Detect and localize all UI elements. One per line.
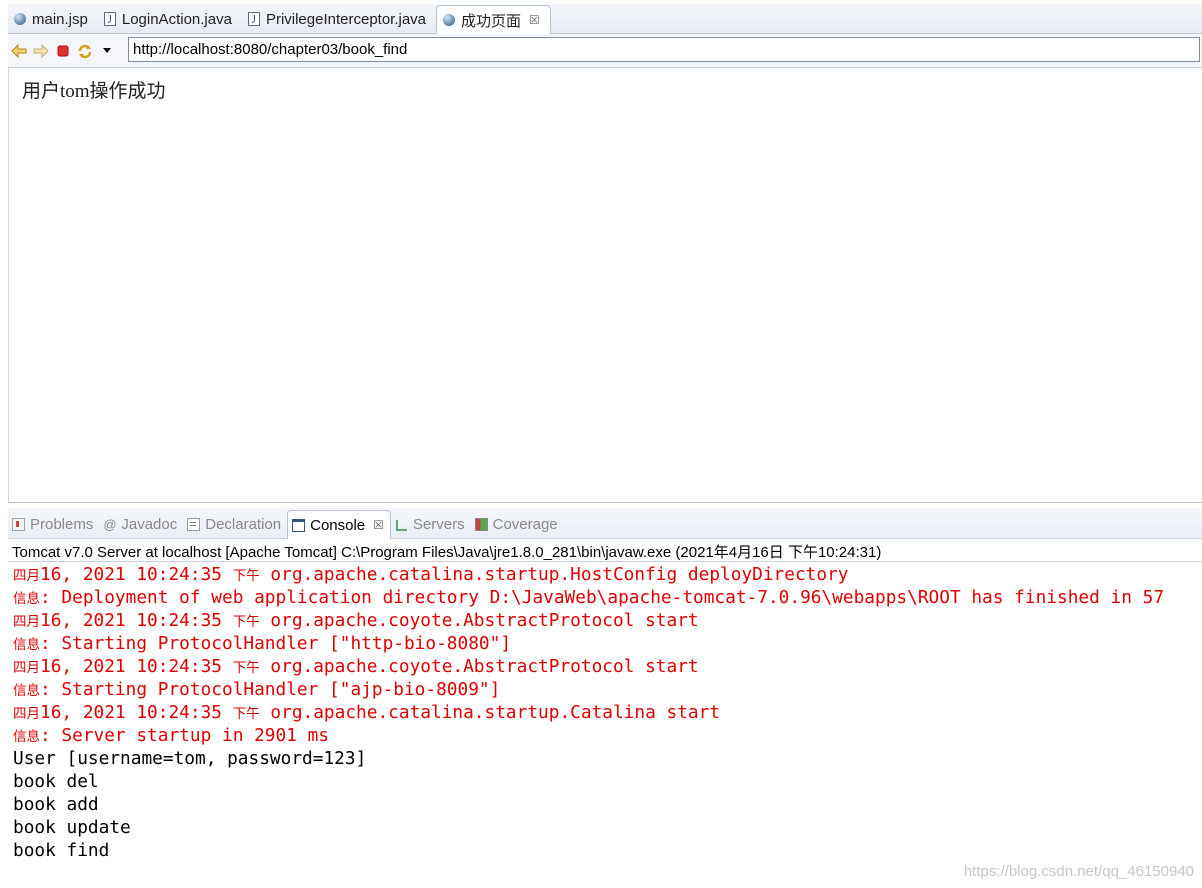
coverage-icon [474,517,488,531]
servers-icon [395,518,408,531]
tab-servers[interactable]: Servers [391,510,471,538]
close-icon[interactable]: ☒ [373,518,384,532]
tab-label: Servers [412,515,465,533]
stop-icon [57,45,69,56]
tab-problems[interactable]: Problems [8,510,99,538]
problems-icon [12,517,25,531]
console-line: 四月16, 2021 10:24:35 下午 org.apache.catali… [13,701,1202,724]
console-line-label: 四月 [13,614,40,630]
browser-toolbar: http://localhost:8080/chapter03/book_fin… [8,34,1202,68]
console-line-label: 四月 [13,568,40,584]
back-button[interactable] [8,40,30,62]
console-line-label: 信息 [13,591,40,607]
tab-label: Console [310,516,366,534]
console-line-text: org.apache.catalina.startup.Catalina sta… [259,702,721,723]
tab-label: main.jsp [32,10,88,28]
tab-label: Coverage [492,515,558,533]
console-line-text: book update [13,817,131,838]
console-line-text: org.apache.coyote.AbstractProtocol start [259,656,699,677]
console-line-label: 四月 [13,660,40,676]
globe-icon [443,14,456,26]
console-line-label: 下午 [232,660,260,676]
console-line: book find [13,839,1202,862]
tab-coverage[interactable]: Coverage [471,510,564,538]
forward-button[interactable] [30,40,52,62]
console-line: 四月16, 2021 10:24:35 下午 org.apache.catali… [13,563,1202,586]
console-line-text: : Starting ProtocolHandler ["http-bio-80… [40,633,512,654]
back-arrow-icon [11,43,27,58]
java-file-icon [103,12,116,26]
tab-label: LoginAction.java [121,10,232,28]
watermark: https://blog.csdn.net/qq_46150940 [963,863,1194,880]
console-line-text: book del [13,771,99,792]
tab-label: Javadoc [121,515,178,533]
history-dropdown-button[interactable] [96,40,118,62]
views-tab-bar: Problems @ Javadoc Declaration Console ☒… [8,508,1202,539]
tab-privilege-interceptor[interactable]: PrivilegeInterceptor.java [242,5,436,33]
console-line-label: 下午 [232,706,260,722]
console-icon [292,518,306,532]
url-input[interactable]: http://localhost:8080/chapter03/book_fin… [128,37,1200,62]
console-line-text: org.apache.coyote.AbstractProtocol start [259,610,699,631]
console-line-text: 16, 2021 10:24:35 [40,702,233,723]
console-line: 四月16, 2021 10:24:35 下午 org.apache.coyote… [13,655,1202,678]
tab-console[interactable]: Console ☒ [287,510,391,539]
console-line-label: 四月 [13,706,40,722]
console-line-label: 信息 [13,637,40,653]
javadoc-icon: @ [103,516,117,532]
console-line-text: 16, 2021 10:24:35 [40,610,233,631]
forward-arrow-icon [33,43,49,58]
chevron-down-icon [103,47,111,53]
tab-javadoc[interactable]: @ Javadoc [99,510,183,538]
tab-login-action[interactable]: LoginAction.java [98,5,242,33]
globe-icon [14,13,26,25]
tab-main-jsp[interactable]: main.jsp [8,5,98,33]
console-line: book add [13,793,1202,816]
divider [8,561,1202,562]
editor-tab-bar: main.jsp LoginAction.java PrivilegeInter… [8,4,1202,34]
console-line-text: : Deployment of web application director… [40,587,1165,608]
tab-label: PrivilegeInterceptor.java [265,10,427,28]
stop-button[interactable] [52,40,74,62]
java-file-icon [247,12,260,26]
tab-label: 成功页面 [461,12,522,30]
tab-success-page[interactable]: 成功页面 ☒ [436,5,551,34]
console-line: book update [13,816,1202,839]
console-line: 信息: Deployment of web application direct… [13,586,1202,609]
console-line-label: 下午 [232,568,260,584]
close-icon[interactable]: ☒ [529,13,540,27]
console-line-text: org.apache.catalina.startup.HostConfig d… [259,564,849,585]
page-message: 用户tom操作成功 [22,81,166,102]
console-line-text: : Starting ProtocolHandler ["ajp-bio-800… [40,679,501,700]
console-line-text: User [username=tom, password=123] [13,748,367,769]
refresh-icon [78,44,92,58]
console-line-text: : Server startup in 2901 ms [40,725,330,746]
console-header: Tomcat v7.0 Server at localhost [Apache … [12,544,882,561]
console-line-text: book add [13,794,99,815]
browser-content: 用户tom操作成功 [8,68,1202,503]
console-line: book del [13,770,1202,793]
console-line: 信息: Server startup in 2901 ms [13,724,1202,747]
console-line-text: book find [13,840,110,861]
tab-label: Declaration [205,515,282,533]
declaration-icon [187,517,201,531]
console-line: User [username=tom, password=123] [13,747,1202,770]
console-line: 信息: Starting ProtocolHandler ["http-bio-… [13,632,1202,655]
tab-label: Problems [30,515,94,533]
console-line-text: 16, 2021 10:24:35 [40,564,233,585]
console-line: 四月16, 2021 10:24:35 下午 org.apache.coyote… [13,609,1202,632]
console-line: 信息: Starting ProtocolHandler ["ajp-bio-8… [13,678,1202,701]
refresh-button[interactable] [74,40,96,62]
console-line-label: 信息 [13,683,40,699]
console-line-label: 下午 [232,614,260,630]
tab-declaration[interactable]: Declaration [183,510,287,538]
console-line-label: 信息 [13,729,40,745]
console-line-text: 16, 2021 10:24:35 [40,656,233,677]
console-output[interactable]: 四月16, 2021 10:24:35 下午 org.apache.catali… [13,563,1202,888]
